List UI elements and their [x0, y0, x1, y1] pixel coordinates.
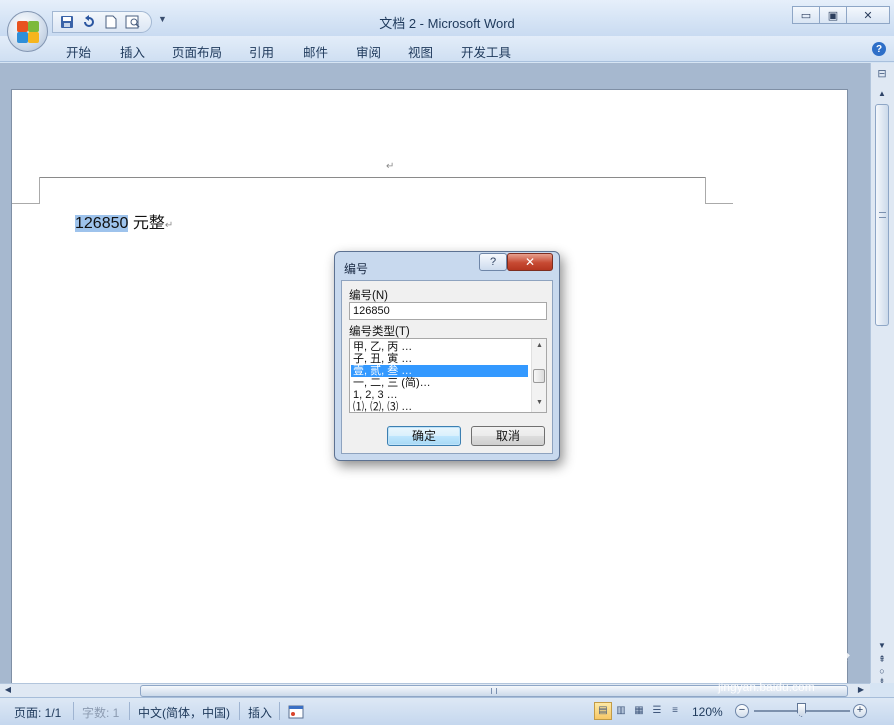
tab-review[interactable]: 审阅 — [356, 42, 381, 61]
minimize-button[interactable]: ▭ — [792, 6, 820, 24]
macro-record-icon[interactable] — [288, 703, 304, 721]
number-field-label: 编号(N) — [349, 290, 388, 302]
status-word-count[interactable]: 字数: 1 — [82, 703, 119, 721]
scroll-left-icon[interactable]: ◀ — [2, 685, 14, 697]
status-page[interactable]: 页面: 1/1 — [14, 703, 61, 721]
list-item[interactable]: 甲, 乙, 丙 … — [351, 341, 528, 353]
scroll-right-icon[interactable]: ▶ — [855, 685, 867, 697]
list-scroll-up-icon[interactable]: ▲ — [535, 342, 544, 349]
restore-icon: ▣ — [827, 9, 839, 22]
previous-page-icon[interactable]: ⇞ — [875, 654, 889, 666]
tab-view[interactable]: 视图 — [408, 42, 433, 61]
status-insert-mode[interactable]: 插入 — [248, 703, 272, 721]
header-paragraph-mark: ↵ — [386, 161, 395, 172]
restore-button[interactable]: ▣ — [819, 6, 847, 24]
margin-corner-left-h — [12, 203, 39, 204]
tab-insert[interactable]: 插入 — [120, 42, 145, 61]
zoom-out-icon[interactable]: − — [735, 704, 749, 718]
vertical-scrollbar[interactable]: ⊟ ▲ ▼ ⇞ ○ ⇟ — [870, 63, 894, 685]
help-icon[interactable]: ? — [872, 42, 886, 56]
tab-mailings[interactable]: 邮件 — [303, 42, 328, 61]
close-button[interactable]: ✕ — [846, 6, 890, 24]
ruler-toggle-icon[interactable]: ⊟ — [874, 67, 890, 83]
list-item[interactable]: ⑴, ⑵, ⑶ … — [351, 401, 528, 412]
watermark-url: jingyan.baidu.com — [718, 680, 815, 694]
watermark-brand: Baidu经验 — [689, 643, 845, 681]
dialog-body: 编号(N) 126850 编号类型(T) 甲, 乙, 丙 … 子, 丑, 寅 …… — [341, 280, 553, 454]
selected-text[interactable]: 126850 — [75, 215, 129, 232]
window-title: 文档 2 - Microsoft Word — [379, 16, 515, 31]
zoom-level[interactable]: 120% — [692, 703, 723, 721]
status-bar: 页面: 1/1 字数: 1 中文(简体，中国) 插入 ▤ ▥ ▦ ☰ ≡ 120… — [0, 697, 894, 725]
header-separator — [39, 177, 705, 178]
dialog-title: 编号 — [344, 262, 369, 276]
number-type-label: 编号类型(T) — [349, 326, 410, 338]
minimize-icon: ▭ — [800, 9, 812, 22]
list-item-selected[interactable]: 壹, 贰, 叁 … — [351, 365, 528, 377]
list-scroll-thumb[interactable] — [533, 369, 545, 383]
scroll-up-icon[interactable]: ▲ — [875, 89, 889, 101]
cancel-button[interactable]: 取消 — [471, 426, 545, 446]
margin-corner-right-h — [705, 203, 733, 204]
list-scroll-down-icon[interactable]: ▼ — [535, 399, 544, 406]
list-item[interactable]: 子, 丑, 寅 … — [351, 353, 528, 365]
office-logo-icon — [15, 19, 41, 45]
list-item[interactable]: 1, 2, 3 … — [351, 389, 528, 401]
tab-references[interactable]: 引用 — [249, 42, 274, 61]
number-type-list[interactable]: 甲, 乙, 丙 … 子, 丑, 寅 … 壹, 贰, 叁 … 一, 二, 三 (简… — [349, 338, 547, 413]
web-layout-icon[interactable]: ▦ — [630, 702, 648, 720]
office-button[interactable] — [7, 11, 48, 52]
list-item[interactable]: 一, 二, 三 (简)… — [351, 377, 528, 389]
full-screen-reading-icon[interactable]: ▥ — [612, 702, 630, 720]
tab-page-layout[interactable]: 页面布局 — [172, 42, 222, 61]
next-page-icon[interactable]: ⇟ — [875, 677, 889, 689]
margin-corner-left-v — [39, 177, 40, 204]
margin-corner-right-v — [705, 177, 706, 204]
dialog-help-button[interactable]: ? — [479, 253, 507, 271]
status-language[interactable]: 中文(简体，中国) — [138, 703, 230, 721]
tab-home[interactable]: 开始 — [66, 42, 91, 61]
print-layout-view-icon[interactable]: ▤ — [594, 702, 612, 720]
scroll-down-icon[interactable]: ▼ — [875, 641, 889, 653]
tab-developer[interactable]: 开发工具 — [461, 42, 511, 61]
document-text[interactable]: 126850 元整↵ — [75, 209, 173, 233]
baidu-watermark: Baidu经验 jingyan.baidu.com — [685, 622, 865, 694]
numbering-dialog: 编号 ? ✕ 编号(N) 126850 编号类型(T) 甲, 乙, 丙 … 子,… — [334, 251, 560, 461]
zoom-in-icon[interactable]: + — [853, 704, 867, 718]
document-rest-text[interactable]: 元整 — [128, 215, 165, 232]
number-input[interactable]: 126850 — [349, 302, 547, 320]
paragraph-mark: ↵ — [164, 220, 174, 231]
vertical-scroll-thumb[interactable] — [875, 104, 889, 326]
list-scrollbar[interactable]: ▲ ▼ — [531, 339, 546, 412]
outline-view-icon[interactable]: ☰ — [648, 702, 666, 720]
title-bar: ▼ 文档 2 - Microsoft Word ▭ ▣ ✕ — [0, 0, 894, 36]
draft-view-icon[interactable]: ≡ — [666, 702, 684, 720]
ok-button[interactable]: 确定 — [387, 426, 461, 446]
ribbon-tabs: 开始 插入 页面布局 引用 邮件 审阅 视图 开发工具 ? — [0, 36, 894, 62]
dialog-close-button[interactable]: ✕ — [507, 253, 553, 271]
close-icon: ✕ — [863, 9, 873, 22]
